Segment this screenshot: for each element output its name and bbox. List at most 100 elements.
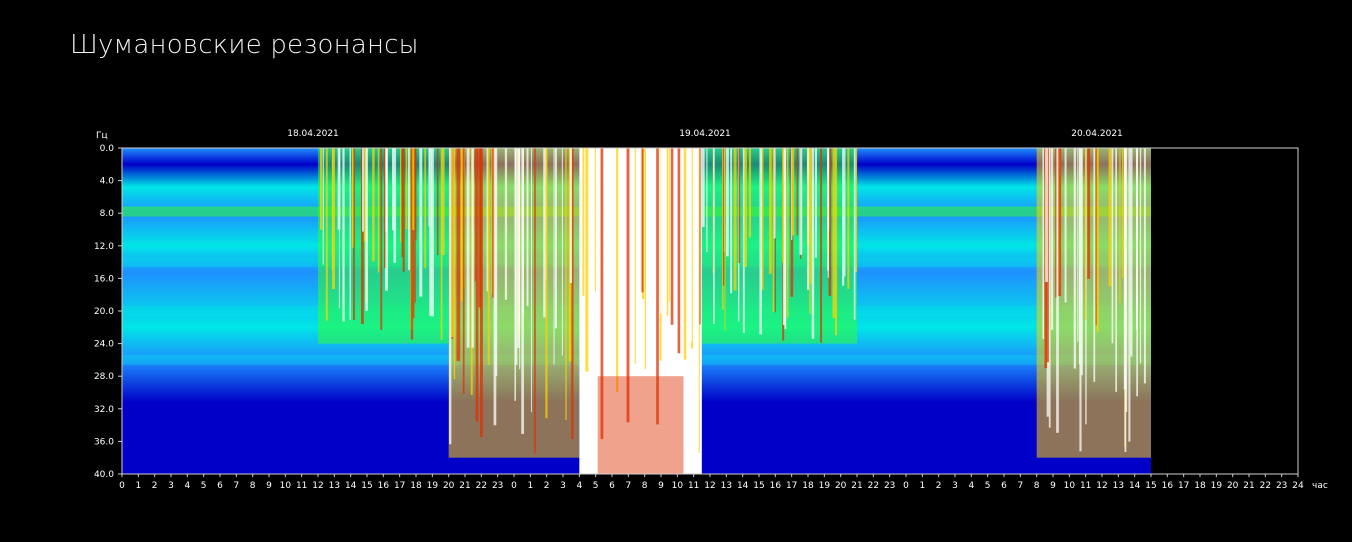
- activity-streak: [799, 148, 803, 255]
- date-label: 19.04.2021: [679, 129, 731, 139]
- x-tick-label: 11: [296, 481, 307, 491]
- x-tick-label: 1: [919, 481, 925, 491]
- activity-streak: [487, 148, 490, 365]
- activity-streak: [436, 148, 439, 256]
- activity-streak: [471, 148, 474, 348]
- activity-streak: [1121, 148, 1124, 279]
- x-tick-label: 15: [361, 481, 372, 491]
- activity-streak: [1055, 148, 1057, 298]
- activity-streak: [1111, 148, 1114, 344]
- activity-streak: [670, 148, 674, 325]
- activity-streak: [640, 148, 642, 309]
- activity-streak: [782, 148, 784, 263]
- activity-streak: [377, 148, 380, 273]
- x-tick-label: 20: [835, 481, 847, 491]
- activity-streak: [553, 148, 555, 365]
- activity-streak: [545, 148, 548, 419]
- x-tick-label: 8: [1034, 481, 1040, 491]
- x-tick-label: 8: [250, 481, 256, 491]
- activity-streak: [618, 148, 621, 381]
- y-tick-label: 40.0: [94, 470, 114, 480]
- activity-streak: [585, 148, 589, 372]
- x-tick-label: 14: [737, 481, 749, 491]
- activity-streak: [412, 148, 415, 230]
- activity-streak: [827, 148, 829, 278]
- activity-streak: [1108, 148, 1112, 287]
- activity-streak: [759, 148, 762, 335]
- activity-deep-band: [597, 376, 684, 474]
- activity-streak: [634, 148, 636, 364]
- x-tick-label: 5: [201, 481, 207, 491]
- activity-streak: [462, 148, 465, 394]
- x-axis: 0 1 2 3 4 5 6 7 8 9 10 11 12 13 14 15 16 17 18 19 20 21 22 23 0 1…: [119, 474, 1304, 491]
- activity-streak: [342, 148, 345, 322]
- activity-streak: [440, 148, 443, 340]
- activity-streak: [1125, 148, 1128, 412]
- x-tick-label: 2: [936, 481, 942, 491]
- activity-streak: [748, 148, 752, 238]
- activity-streak: [730, 148, 733, 294]
- x-tick-label: 13: [721, 481, 732, 491]
- activity-streak: [380, 148, 383, 330]
- activity-streak: [744, 148, 747, 268]
- activity-streak: [1135, 148, 1138, 330]
- y-tick-label: 16.0: [94, 274, 114, 284]
- x-tick-label: 10: [1064, 481, 1076, 491]
- activity-streak: [405, 148, 408, 230]
- activity-streak: [1128, 148, 1131, 442]
- activity-streak: [1139, 148, 1142, 364]
- activity-streak: [659, 148, 662, 314]
- activity-streak: [769, 148, 772, 274]
- x-tick-label: 0: [511, 481, 517, 491]
- activity-streak: [668, 148, 670, 302]
- x-tick-label: 21: [851, 481, 862, 491]
- activity-streak: [349, 148, 351, 320]
- x-tick-label: 18: [410, 481, 422, 491]
- activity-streak: [724, 148, 726, 331]
- x-tick-label: 9: [658, 481, 664, 491]
- x-tick-label: 17: [786, 481, 797, 491]
- x-tick-label: 12: [704, 481, 715, 491]
- x-tick-label: 16: [378, 481, 390, 491]
- activity-streak: [690, 148, 693, 342]
- activity-streak: [530, 148, 532, 413]
- activity-streak: [331, 148, 335, 290]
- activity-streak: [365, 148, 368, 311]
- activity-streak: [372, 148, 375, 262]
- y-tick-label: 12.0: [94, 242, 114, 252]
- activity-streak: [696, 148, 698, 334]
- x-tick-label: 14: [345, 481, 357, 491]
- x-tick-label: 21: [1243, 481, 1254, 491]
- activity-period: [448, 148, 580, 458]
- activity-streak: [686, 148, 689, 305]
- y-axis-unit-label: Гц: [96, 131, 108, 141]
- y-tick-label: 20.0: [94, 307, 114, 317]
- x-tick-label: 16: [770, 481, 782, 491]
- activity-streak: [1073, 148, 1077, 369]
- activity-streak: [844, 148, 846, 277]
- activity-streak: [319, 148, 323, 230]
- activity-streak: [842, 148, 845, 286]
- x-tick-label: 4: [576, 481, 582, 491]
- x-tick-label: 23: [884, 481, 895, 491]
- activity-streak: [1045, 148, 1048, 283]
- activity-streak: [722, 148, 725, 286]
- activity-streak: [493, 148, 497, 426]
- x-tick-label: 1: [135, 481, 141, 491]
- activity-streak: [772, 148, 774, 312]
- spectrogram-heatmap: [122, 148, 1151, 474]
- activity-streak: [811, 148, 815, 339]
- activity-period: [1036, 148, 1151, 458]
- activity-streak: [1077, 148, 1079, 342]
- activity-streak: [521, 148, 524, 434]
- activity-streak: [1058, 148, 1062, 297]
- activity-streak: [680, 148, 682, 356]
- x-tick-label: 9: [1050, 481, 1056, 491]
- x-tick-label: 4: [184, 481, 190, 491]
- activity-streak: [1130, 148, 1133, 357]
- activity-streak: [726, 148, 729, 257]
- x-tick-label: 0: [119, 481, 125, 491]
- activity-streak: [384, 148, 386, 269]
- activity-streak: [460, 148, 463, 301]
- x-tick-label: 18: [1194, 481, 1206, 491]
